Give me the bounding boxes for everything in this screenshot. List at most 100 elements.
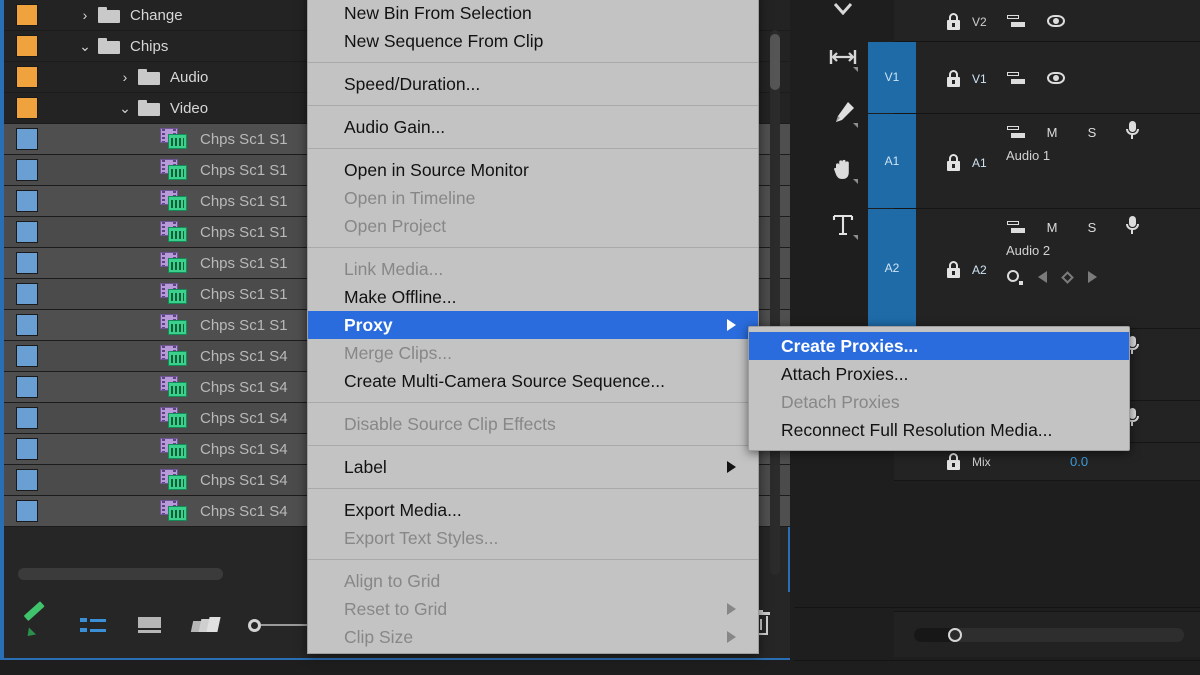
label-color-swatch[interactable]: [16, 500, 38, 522]
previous-keyframe-icon[interactable]: [1038, 271, 1047, 283]
icon-view-icon[interactable]: [136, 613, 164, 637]
track-header[interactable]: A1 A1 M S Audio 1: [868, 114, 1200, 209]
clip-label: Chps Sc1 S1: [200, 192, 288, 210]
track-lock-icon[interactable]: [946, 70, 962, 88]
label-color-swatch[interactable]: [16, 128, 38, 150]
label-color-swatch[interactable]: [16, 66, 38, 88]
source-track-indicator[interactable]: A1: [868, 114, 916, 208]
chevron-down-icon[interactable]: ⌄: [72, 39, 98, 53]
slider-knob[interactable]: [248, 618, 261, 632]
track-lock-icon[interactable]: [946, 261, 962, 279]
chevron-down-icon[interactable]: ⌄: [112, 101, 138, 115]
clip-label: Chps Sc1 S4: [200, 502, 288, 520]
scrollbar-thumb[interactable]: [18, 568, 223, 580]
track-visibility-icon[interactable]: [1044, 68, 1068, 88]
menu-item: Disable Source Clip Effects: [344, 414, 556, 434]
label-color-swatch[interactable]: [16, 159, 38, 181]
voice-over-record-icon[interactable]: [1120, 215, 1144, 235]
menu-item[interactable]: Open in Source Monitor: [308, 156, 758, 184]
track-header[interactable]: V1 V1: [868, 42, 1200, 114]
label-color-swatch[interactable]: [16, 97, 38, 119]
menu-item[interactable]: Create Multi-Camera Source Sequence...: [308, 367, 758, 395]
track-solo-button[interactable]: S: [1080, 121, 1104, 143]
zoom-slider-knob[interactable]: [948, 628, 962, 642]
menu-item[interactable]: Proxy: [308, 311, 758, 339]
track-name-label: Audio 1: [1006, 148, 1051, 163]
clip-label: Chps Sc1 S4: [200, 471, 288, 489]
track-lock-icon[interactable]: [946, 453, 962, 471]
clip-label: Chps Sc1 S4: [200, 440, 288, 458]
clip-context-menu[interactable]: New Bin From Selection New Sequence From …: [307, 0, 759, 654]
track-visibility-icon[interactable]: [1044, 11, 1068, 31]
bin-label: Audio: [170, 68, 209, 86]
keyframe-icon[interactable]: [1006, 269, 1023, 285]
chevron-right-icon[interactable]: ›: [72, 8, 98, 22]
label-color-swatch[interactable]: [16, 221, 38, 243]
label-color-swatch[interactable]: [16, 469, 38, 491]
scrollbar-thumb[interactable]: [770, 34, 780, 90]
proxy-submenu[interactable]: Create Proxies... Attach Proxies... Detach…: [748, 326, 1130, 451]
chevron-down-icon[interactable]: [826, 0, 860, 18]
sync-lock-icon[interactable]: [1004, 68, 1028, 88]
track-header[interactable]: V2: [894, 0, 1200, 42]
menu-item[interactable]: Export Media...: [308, 496, 758, 524]
add-keyframe-icon[interactable]: [1061, 270, 1074, 284]
pencil-icon[interactable]: [23, 601, 52, 640]
timeline-zoom-slider[interactable]: [914, 628, 1184, 642]
source-track-indicator[interactable]: V1: [868, 42, 916, 113]
menu-item[interactable]: Speed/Duration...: [308, 70, 758, 98]
label-color-swatch[interactable]: [16, 252, 38, 274]
label-color-swatch[interactable]: [16, 345, 38, 367]
sync-lock-icon[interactable]: [1004, 122, 1028, 142]
menu-item[interactable]: Label: [308, 453, 758, 481]
clip-media-icon: [160, 128, 190, 150]
freeform-view-icon[interactable]: [190, 613, 221, 637]
track-mute-button[interactable]: M: [1040, 121, 1064, 143]
menu-item[interactable]: New Bin From Selection: [308, 0, 758, 27]
menu-item: Align to Grid: [344, 571, 441, 591]
menu-item: Link Media...: [344, 259, 444, 279]
slip-tool-icon[interactable]: [826, 40, 860, 74]
source-track-indicator[interactable]: A2: [868, 209, 916, 328]
menu-item[interactable]: Audio Gain...: [308, 113, 758, 141]
track-lock-icon[interactable]: [946, 154, 962, 172]
menu-item: Open Project: [344, 216, 447, 236]
menu-item: Reset to Grid: [308, 595, 758, 623]
submenu-item[interactable]: Reconnect Full Resolution Media...: [749, 416, 1129, 444]
label-color-swatch[interactable]: [16, 376, 38, 398]
label-color-swatch[interactable]: [16, 190, 38, 212]
label-color-swatch[interactable]: [16, 407, 38, 429]
submenu-item[interactable]: Attach Proxies...: [749, 360, 1129, 388]
menu-item[interactable]: Make Offline...: [308, 283, 758, 311]
track-keyframe-controls[interactable]: [1006, 269, 1097, 285]
track-header[interactable]: A2 A2 M S Audio 2: [868, 209, 1200, 329]
list-view-icon[interactable]: [80, 613, 108, 637]
clip-media-icon: [160, 438, 190, 460]
label-color-swatch[interactable]: [16, 314, 38, 336]
track-name-label: Audio 2: [1006, 243, 1051, 258]
track-solo-button[interactable]: S: [1080, 216, 1104, 238]
sync-lock-icon[interactable]: [1004, 11, 1028, 31]
clip-label: Chps Sc1 S1: [200, 130, 288, 148]
menu-item[interactable]: New Sequence From Clip: [308, 27, 758, 55]
hand-tool-icon[interactable]: [826, 152, 860, 186]
submenu-item[interactable]: Create Proxies...: [749, 332, 1129, 360]
timeline-zoom-bar: [894, 611, 1200, 657]
label-color-swatch[interactable]: [16, 35, 38, 57]
label-color-swatch[interactable]: [16, 283, 38, 305]
project-vertical-scrollbar[interactable]: [770, 30, 780, 575]
voice-over-record-icon[interactable]: [1120, 120, 1144, 140]
mix-track-value[interactable]: 0.0: [1070, 454, 1088, 469]
pen-tool-icon[interactable]: [826, 96, 860, 130]
track-header-list: V2V1V1A1A1MSAudio 1A2A2MSAudio 2A4A4MSA5…: [868, 0, 1200, 600]
label-color-swatch[interactable]: [16, 4, 38, 26]
track-lock-icon[interactable]: [946, 13, 962, 31]
chevron-right-icon[interactable]: ›: [112, 70, 138, 84]
type-tool-icon[interactable]: [826, 208, 860, 242]
premiere-pro-window: ›Change⌄Chips›Audio⌄VideoChps Sc1 S100Ch…: [0, 0, 1200, 675]
track-mute-button[interactable]: M: [1040, 216, 1064, 238]
tools-panel: [820, 0, 866, 600]
next-keyframe-icon[interactable]: [1088, 271, 1097, 283]
sync-lock-icon[interactable]: [1004, 217, 1028, 237]
label-color-swatch[interactable]: [16, 438, 38, 460]
